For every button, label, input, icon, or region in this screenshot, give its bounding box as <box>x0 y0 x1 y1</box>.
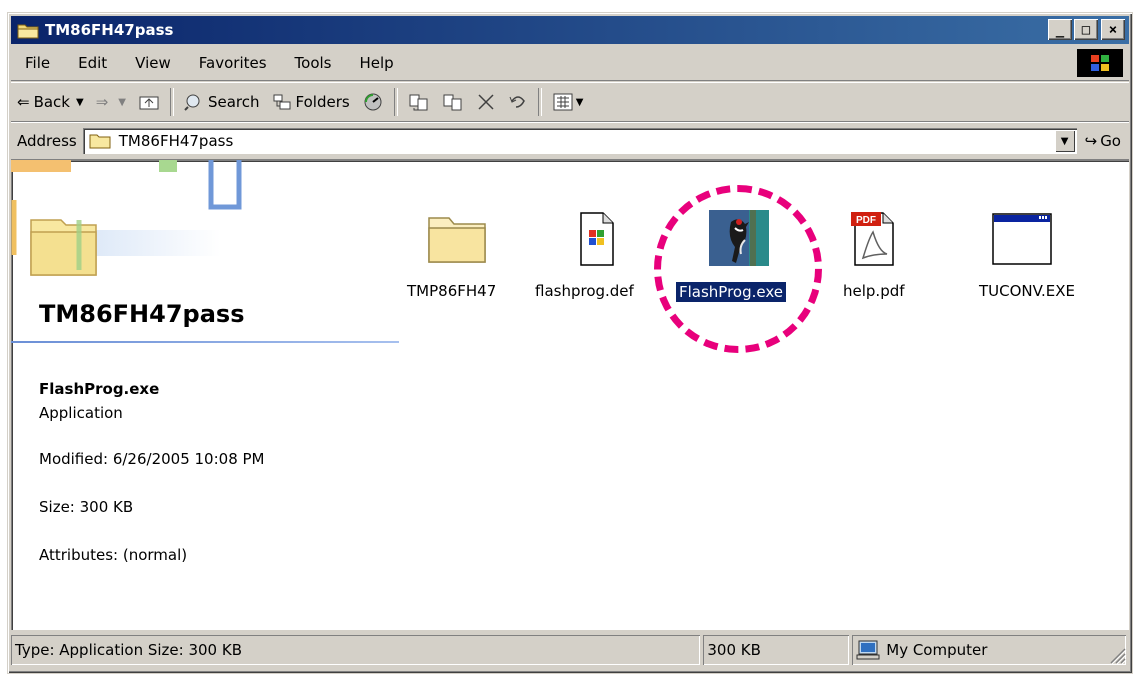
window-title: TM86FH47pass <box>45 21 174 39</box>
folder-icon <box>17 21 39 39</box>
address-bar: Address TM86FH47pass ▼ ↪ Go <box>11 122 1129 160</box>
menu-bar: File Edit View Favorites Tools Help <box>11 46 1129 81</box>
document-icon <box>580 212 614 266</box>
pdf-badge: PDF <box>856 215 876 226</box>
folders-button[interactable]: Folders <box>266 87 356 117</box>
back-dropdown-icon[interactable]: ▼ <box>76 97 84 108</box>
up-folder-button[interactable] <box>132 87 166 117</box>
close-button[interactable]: × <box>1101 19 1125 40</box>
undo-button[interactable] <box>502 87 534 117</box>
go-button[interactable]: ↪ Go <box>1085 132 1129 150</box>
title-bar[interactable]: TM86FH47pass _ □ × <box>11 16 1129 44</box>
selected-file-type: Application <box>39 404 123 422</box>
history-icon <box>364 93 382 111</box>
folder-banner: TM86FH47pass <box>11 160 401 343</box>
status-zone: My Computer <box>852 635 1126 665</box>
folder-icon <box>89 133 111 149</box>
menu-favorites[interactable]: Favorites <box>185 54 281 72</box>
folder-icon <box>428 217 486 263</box>
windows-logo-icon <box>1077 49 1123 77</box>
copy-to-button[interactable] <box>436 87 470 117</box>
folder-item-tmp86fh47[interactable]: TMP86FH47 <box>407 210 496 310</box>
history-button[interactable] <box>356 87 390 117</box>
close-icon: × <box>1108 21 1118 38</box>
menu-tools[interactable]: Tools <box>281 54 346 72</box>
go-label: Go <box>1100 132 1121 150</box>
move-to-icon <box>409 94 428 111</box>
views-dropdown-icon[interactable]: ▼ <box>576 97 584 108</box>
back-label: Back <box>33 93 70 111</box>
search-label: Search <box>207 93 260 111</box>
views-button[interactable]: ▼ <box>546 87 590 117</box>
file-label: flashprog.def <box>535 282 634 300</box>
file-item-help-pdf[interactable]: PDF help.pdf <box>843 210 905 310</box>
forward-dropdown-icon[interactable]: ▼ <box>118 97 126 108</box>
file-item-flashprog-def[interactable]: flashprog.def <box>535 210 634 310</box>
up-folder-icon <box>139 96 159 110</box>
menu-edit[interactable]: Edit <box>64 54 121 72</box>
modified-date: Modified: 6/26/2005 10:08 PM <box>39 450 265 468</box>
application-window-icon <box>992 213 1052 265</box>
back-button[interactable]: ⇐ Back ▼ <box>11 87 90 117</box>
file-attributes: Attributes: (normal) <box>39 546 188 564</box>
status-size: 300 KB <box>703 635 849 665</box>
status-info: Type: Application Size: 300 KB <box>11 635 700 665</box>
address-input[interactable]: TM86FH47pass ▼ <box>82 128 1077 154</box>
address-value: TM86FH47pass <box>118 132 234 150</box>
delete-icon <box>478 94 494 110</box>
status-bar: Type: Application Size: 300 KB 300 KB My… <box>11 635 1129 669</box>
maximize-icon: □ <box>1081 21 1091 38</box>
chevron-down-icon: ▼ <box>1060 135 1069 147</box>
minimize-icon: _ <box>1055 21 1065 38</box>
file-label: TMP86FH47 <box>407 282 497 300</box>
folder-title: TM86FH47pass <box>39 300 245 328</box>
maximize-button[interactable]: □ <box>1074 19 1098 40</box>
toolbar-separator <box>537 88 542 116</box>
file-size: Size: 300 KB <box>39 498 134 516</box>
banner-divider <box>11 341 399 343</box>
pdf-file-icon: PDF <box>851 212 894 266</box>
menu-file[interactable]: File <box>11 54 64 72</box>
delete-button[interactable] <box>470 87 502 117</box>
go-arrow-icon: ↪ <box>1084 132 1098 150</box>
forward-button[interactable]: ⇒ ▼ <box>90 87 132 117</box>
folders-icon <box>273 94 291 110</box>
move-to-button[interactable] <box>402 87 436 117</box>
folders-label: Folders <box>295 93 350 111</box>
my-computer-icon <box>856 640 880 660</box>
resize-grip-icon[interactable] <box>1107 645 1127 665</box>
address-label: Address <box>17 132 77 150</box>
minimize-button[interactable]: _ <box>1048 19 1072 40</box>
file-view[interactable]: TM86FH47pass FlashProg.exe Application M… <box>11 160 1129 630</box>
address-dropdown-button[interactable]: ▼ <box>1054 130 1075 152</box>
undo-icon <box>509 96 525 108</box>
toolbar-separator <box>169 88 174 116</box>
zone-label: My Computer <box>886 641 988 659</box>
search-button[interactable]: Search <box>178 87 266 117</box>
highlight-annotation-circle <box>654 185 822 353</box>
forward-arrow-icon: ⇒ <box>95 93 109 111</box>
explorer-window: TM86FH47pass _ □ × File Edit View Favori… <box>7 12 1133 674</box>
file-item-tuconv-exe[interactable]: TUCONV.EXE <box>979 210 1075 310</box>
back-arrow-icon: ⇐ <box>17 93 30 111</box>
file-label: help.pdf <box>843 282 905 300</box>
menu-help[interactable]: Help <box>346 54 408 72</box>
views-icon <box>553 93 573 111</box>
toolbar-separator <box>393 88 398 116</box>
file-label: TUCONV.EXE <box>979 282 1075 300</box>
selected-file-name: FlashProg.exe <box>39 380 160 398</box>
search-icon <box>184 94 200 111</box>
menu-view[interactable]: View <box>121 54 185 72</box>
folder-banner-graphic-icon <box>11 160 242 276</box>
webview-info-pane: TM86FH47pass FlashProg.exe Application M… <box>11 160 401 630</box>
standard-toolbar: ⇐ Back ▼ ⇒ ▼ Search Folders ▼ <box>11 82 1129 122</box>
copy-to-icon <box>443 94 462 111</box>
